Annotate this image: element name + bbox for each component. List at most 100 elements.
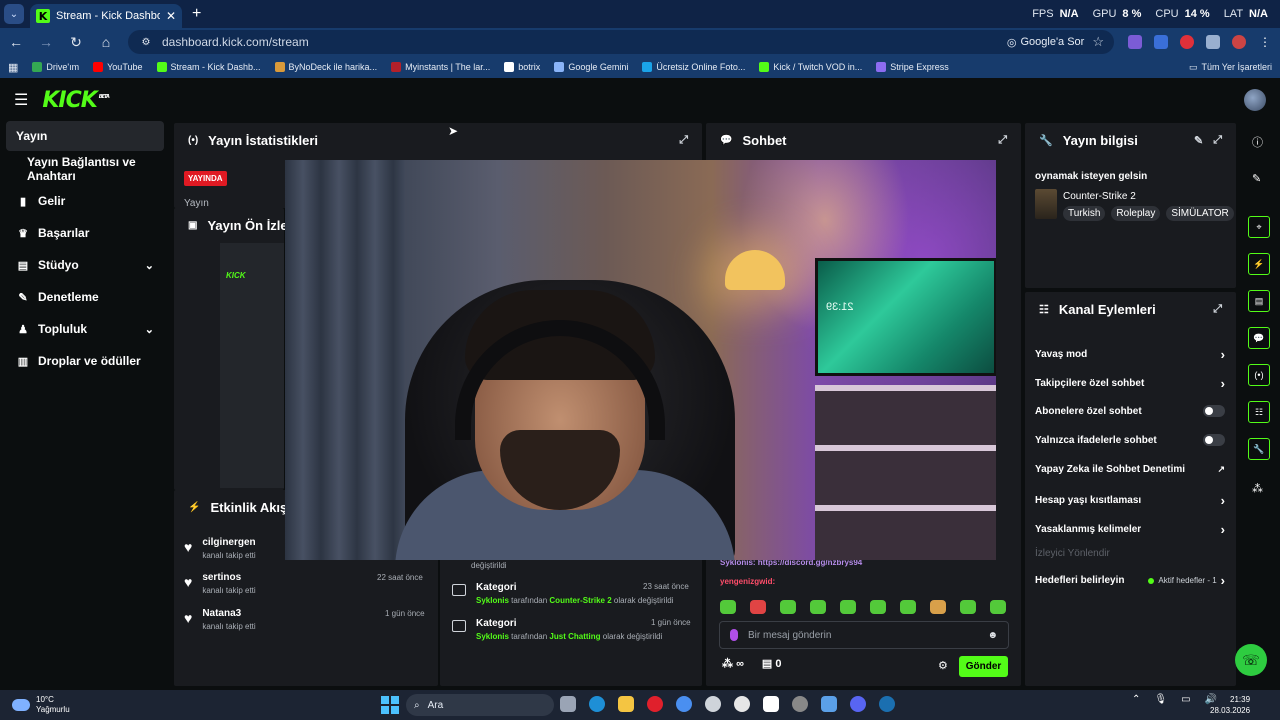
edit-icon[interactable]: ✎: [1252, 172, 1261, 185]
app-icon[interactable]: [792, 696, 808, 712]
network-icon[interactable]: ▭: [1181, 694, 1190, 705]
taskbar-clock[interactable]: 21:39 28.03.2026: [1210, 694, 1250, 716]
bookmark-item[interactable]: Kick / Twitch VOD in...: [759, 62, 862, 72]
steam-icon[interactable]: [879, 696, 895, 712]
windows-start-icon[interactable]: [381, 696, 399, 714]
bookmark-item[interactable]: ByNoDeck ile harika...: [274, 62, 377, 72]
tab-kick-dashboard[interactable]: K Stream - Kick Dashboard ✕: [30, 4, 182, 28]
store-button[interactable]: ▤ 0: [762, 657, 782, 670]
toggle-switch[interactable]: [1203, 405, 1225, 417]
rail-actions-button[interactable]: ☷: [1248, 401, 1270, 423]
action-set-goals[interactable]: Hedefleri belirleyin Aktif hedefler - 1 ›: [1035, 573, 1225, 588]
bookmark-item[interactable]: Stripe Express: [876, 62, 949, 72]
discord-icon[interactable]: [850, 696, 866, 712]
new-tab-button[interactable]: +: [192, 5, 201, 23]
site-info-icon[interactable]: ⚙: [138, 37, 154, 48]
send-button[interactable]: Gönder: [959, 656, 1008, 677]
emote-icon[interactable]: [840, 600, 856, 614]
points-button[interactable]: ⁂ ∞: [722, 657, 744, 670]
opera-icon[interactable]: [647, 696, 663, 712]
taskbar-search[interactable]: ⌕ Ara: [406, 694, 554, 716]
extension-red-icon[interactable]: [1180, 35, 1194, 49]
url-field[interactable]: ⚙ dashboard.kick.com/stream ◎ Google'a So…: [128, 30, 1114, 54]
apps-grid-icon[interactable]: ▦: [8, 61, 18, 74]
hamburger-menu-icon[interactable]: ☰: [14, 90, 28, 110]
sidebar-item-basarilar[interactable]: ♛ Başarılar: [0, 217, 170, 249]
bookmark-star-icon[interactable]: ☆: [1092, 34, 1104, 50]
bookmark-item[interactable]: Stream - Kick Dashb...: [156, 62, 261, 72]
forward-icon[interactable]: →: [38, 34, 54, 50]
tray-chevron-icon[interactable]: ⌃: [1132, 694, 1140, 705]
action-account-age[interactable]: Hesap yaşı kısıtlaması ›: [1035, 493, 1225, 508]
back-icon[interactable]: ←: [8, 34, 24, 50]
chrome-icon[interactable]: [676, 696, 692, 712]
emote-icon[interactable]: [900, 600, 916, 614]
rail-more-icon[interactable]: ⁂: [1252, 482, 1263, 495]
emote-icon[interactable]: [930, 600, 946, 614]
sidebar-item-gelir[interactable]: ▮ Gelir: [0, 185, 170, 217]
chat-settings-icon[interactable]: ⚙: [938, 659, 948, 672]
user-avatar[interactable]: [1244, 89, 1266, 111]
rail-focus-button[interactable]: ⌖: [1248, 216, 1270, 238]
emoji-icon[interactable]: ☻: [987, 630, 998, 641]
action-banned-words[interactable]: Yasaklanmış kelimeler ›: [1035, 522, 1225, 537]
sidebar-item-topluluk[interactable]: ♟ Topluluk ⌄: [0, 313, 170, 345]
expand-icon[interactable]: ⤢: [1213, 134, 1222, 147]
profile-avatar-icon[interactable]: [1232, 35, 1246, 49]
home-icon[interactable]: ⌂: [98, 34, 114, 50]
chatgpt-icon[interactable]: [734, 696, 750, 712]
menu-dots-icon[interactable]: ⋮: [1258, 35, 1272, 49]
weather-widget[interactable]: 10°C Yağmurlu: [12, 695, 70, 715]
emote-icon[interactable]: [780, 600, 796, 614]
edge-icon[interactable]: [589, 696, 605, 712]
emote-icon[interactable]: [720, 600, 736, 614]
emote-icon[interactable]: [750, 600, 766, 614]
bookmark-item[interactable]: Google Gemini: [554, 62, 628, 72]
sidebar-item-studyo[interactable]: ▤ Stüdyo ⌄: [0, 249, 170, 281]
sidebar-item-yayin[interactable]: Yayın: [6, 121, 164, 151]
mic-icon[interactable]: 🎙: [1154, 694, 1167, 705]
capcut-icon[interactable]: [763, 696, 779, 712]
sidebar-item-droplar[interactable]: ▥ Droplar ve ödüller: [0, 345, 170, 377]
tab-search-menu[interactable]: ⌄: [4, 4, 24, 24]
expand-icon[interactable]: ⤢: [679, 134, 688, 147]
preview-thumbnail[interactable]: KICK: [220, 243, 284, 488]
extension-pen-icon[interactable]: [1128, 35, 1142, 49]
bookmark-item[interactable]: Myinstants | The lar...: [391, 62, 490, 72]
expand-icon[interactable]: ⤢: [998, 134, 1007, 147]
bookmark-item[interactable]: Ücretsiz Online Foto...: [642, 62, 745, 72]
toggle-switch[interactable]: [1203, 434, 1225, 446]
emote-icon[interactable]: [960, 600, 976, 614]
extensions-puzzle-icon[interactable]: [1206, 35, 1220, 49]
edit-pencil-icon[interactable]: ✎: [1194, 134, 1203, 147]
google-sor-button[interactable]: ◎ Google'a Sor: [1007, 36, 1084, 49]
emote-icon[interactable]: [810, 600, 826, 614]
rail-bolt-button[interactable]: ⚡: [1248, 253, 1270, 275]
sidebar-item-stream-key[interactable]: Yayın Bağlantısı ve Anahtarı: [0, 153, 170, 185]
reload-icon[interactable]: ↻: [68, 34, 84, 51]
support-chat-button[interactable]: ☏: [1235, 644, 1267, 676]
task-view-icon[interactable]: [560, 696, 576, 712]
emote-icon[interactable]: [870, 600, 886, 614]
app-icon[interactable]: [821, 696, 837, 712]
kick-logo[interactable]: KICK BETA: [42, 88, 110, 113]
rail-notes-button[interactable]: ▤: [1248, 290, 1270, 312]
bookmark-item[interactable]: YouTube: [93, 62, 143, 72]
expand-icon[interactable]: ⤢: [1213, 303, 1222, 316]
bookmark-item[interactable]: Drive'ım: [32, 62, 79, 72]
action-ai-moderation[interactable]: Yapay Zeka ile Sohbet Denetimi ↗: [1035, 464, 1225, 475]
action-slow-mode[interactable]: Yavaş mod ›: [1035, 347, 1225, 362]
rail-chat-button[interactable]: 💬: [1248, 327, 1270, 349]
rail-wrench-button[interactable]: 🔧: [1248, 438, 1270, 460]
settings-icon[interactable]: [705, 696, 721, 712]
folder-icon[interactable]: [618, 696, 634, 712]
all-bookmarks-folder[interactable]: ▭ Tüm Yer İşaretleri: [1189, 62, 1272, 73]
bookmark-item[interactable]: botrix: [504, 62, 540, 72]
action-followers-only[interactable]: Takipçilere özel sohbet ›: [1035, 376, 1225, 391]
chat-message-input[interactable]: Bir mesaj gönderin ☻: [719, 621, 1009, 649]
rail-live-button[interactable]: (•): [1248, 364, 1270, 386]
extension-shield-icon[interactable]: [1154, 35, 1168, 49]
sidebar-item-denetleme[interactable]: ✎ Denetleme: [0, 281, 170, 313]
emote-icon[interactable]: [990, 600, 1006, 614]
microphone-icon[interactable]: [730, 629, 738, 641]
